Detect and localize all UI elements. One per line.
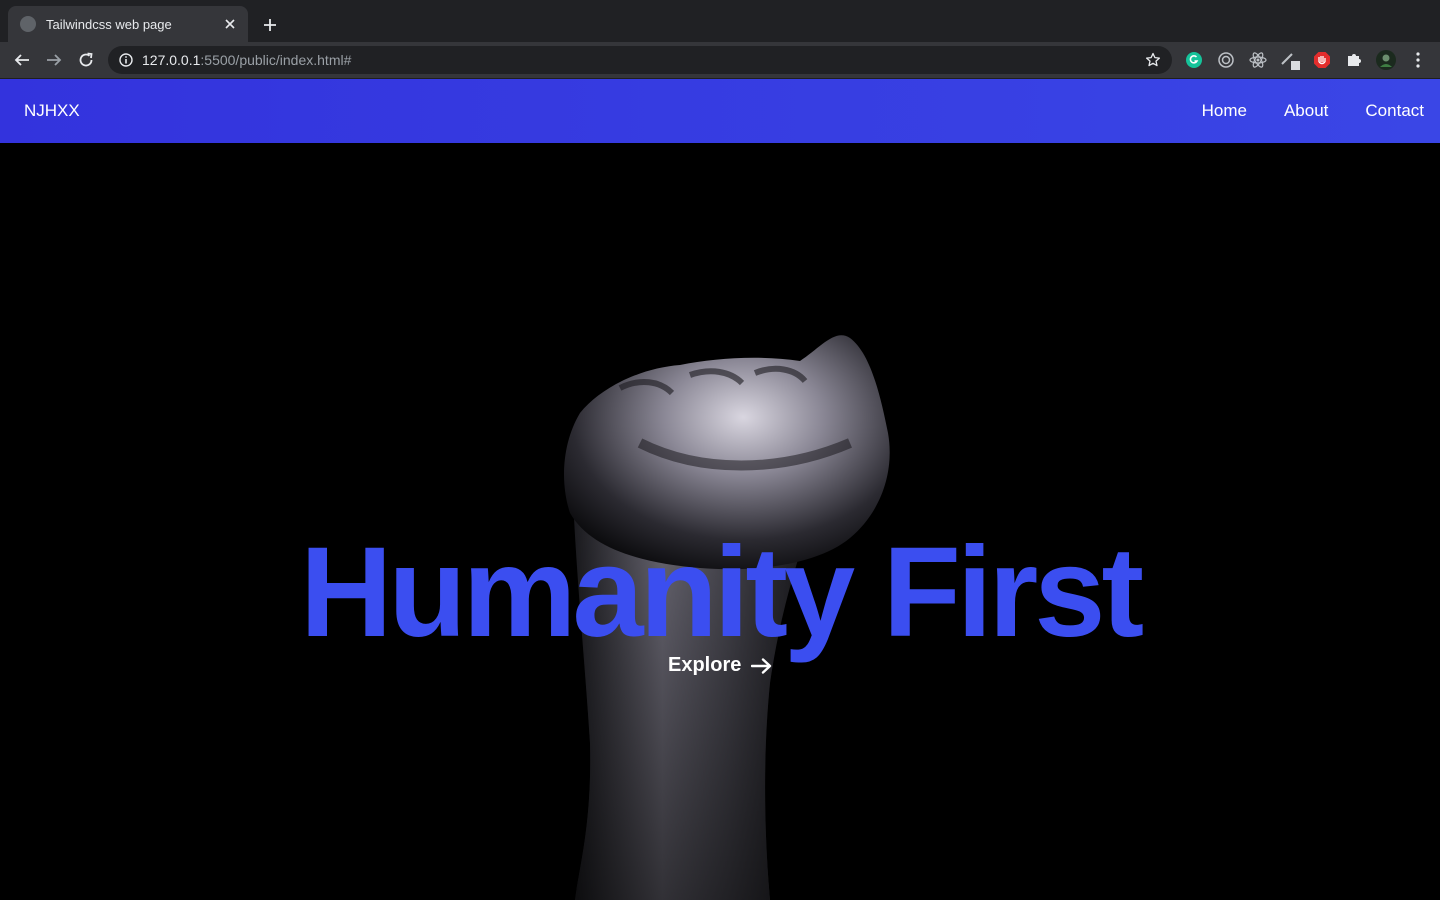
tab-title: Tailwindcss web page: [46, 16, 172, 32]
menu-dots-icon[interactable]: [1408, 50, 1428, 70]
hero-title: Humanity First: [299, 521, 1144, 664]
browser-toolbar: 127.0.0.1:5500/public/index.html#: [0, 42, 1440, 79]
back-icon[interactable]: [10, 48, 34, 72]
url-host: 127.0.0.1: [142, 52, 201, 68]
nav-link-about[interactable]: About: [1284, 101, 1328, 121]
bookmark-star-icon[interactable]: [1144, 51, 1162, 69]
info-icon[interactable]: [118, 52, 134, 68]
reload-icon[interactable]: [74, 48, 98, 72]
site-navbar: NJHXX Home About Contact: [0, 79, 1440, 143]
pen-icon[interactable]: [1280, 50, 1300, 70]
brand-logo[interactable]: NJHXX: [24, 101, 80, 121]
arrow-right-icon: [751, 657, 773, 674]
new-tab-button[interactable]: [258, 13, 282, 37]
url-path: :5500/public/index.html#: [200, 52, 352, 68]
grammarly-icon[interactable]: [1184, 50, 1204, 70]
react-icon[interactable]: [1248, 50, 1268, 70]
explore-label: Explore: [668, 654, 742, 676]
avatar[interactable]: [1376, 50, 1396, 70]
browser-tabstrip: Tailwindcss web page: [0, 0, 1440, 42]
forward-icon[interactable]: [42, 48, 66, 72]
address-bar[interactable]: 127.0.0.1:5500/public/index.html#: [108, 46, 1172, 74]
puzzle-icon[interactable]: [1344, 50, 1364, 70]
close-icon[interactable]: [222, 16, 238, 32]
url-text: 127.0.0.1:5500/public/index.html#: [142, 52, 1144, 68]
nav-links: Home About Contact: [1165, 101, 1440, 121]
nav-link-contact[interactable]: Contact: [1365, 101, 1424, 121]
explore-button[interactable]: Explore: [668, 654, 773, 677]
adblock-icon[interactable]: [1312, 50, 1332, 70]
nav-link-home[interactable]: Home: [1202, 101, 1247, 121]
target-icon[interactable]: [1216, 50, 1236, 70]
page-viewport: NJHXX Home About Contact Humanity First …: [0, 79, 1440, 900]
browser-tab[interactable]: Tailwindcss web page: [8, 6, 248, 42]
globe-icon: [20, 16, 36, 32]
